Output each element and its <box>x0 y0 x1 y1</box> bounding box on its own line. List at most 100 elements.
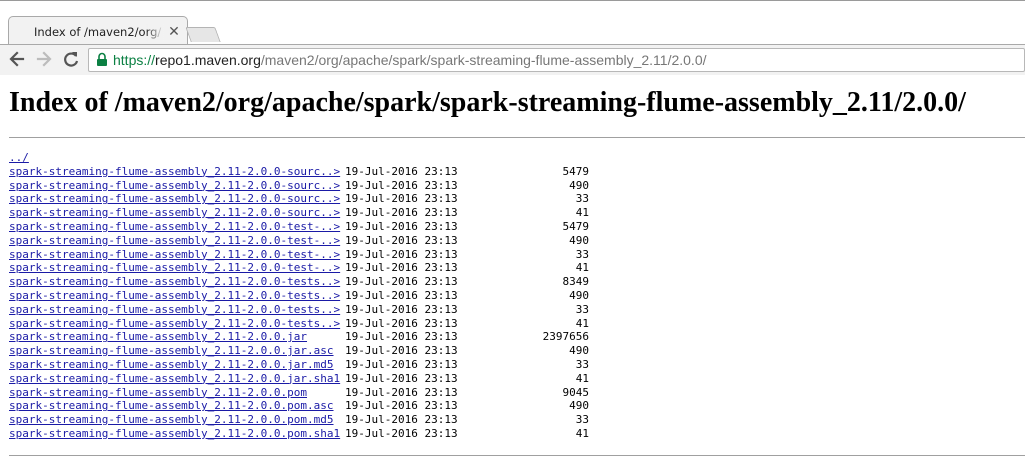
file-date: 19-Jul-2016 23:13 <box>345 371 458 385</box>
file-row: spark-streaming-flume-assembly_2.11-2.0.… <box>9 358 589 372</box>
file-row: spark-streaming-flume-assembly_2.11-2.0.… <box>9 275 589 289</box>
file-date: 19-Jul-2016 23:13 <box>345 426 458 440</box>
file-date: 19-Jul-2016 23:13 <box>345 399 458 413</box>
lock-icon[interactable] <box>96 52 108 67</box>
file-date: 19-Jul-2016 23:13 <box>345 261 458 275</box>
file-size: 41 <box>575 206 589 220</box>
file-row: spark-streaming-flume-assembly_2.11-2.0.… <box>9 413 589 427</box>
file-date: 19-Jul-2016 23:13 <box>345 178 458 192</box>
file-size: 33 <box>575 413 589 427</box>
file-date: 19-Jul-2016 23:13 <box>345 233 458 247</box>
back-arrow-svg <box>9 51 25 67</box>
file-link[interactable]: spark-streaming-flume-assembly_2.11-2.0.… <box>9 248 340 262</box>
file-size: 490 <box>569 399 589 413</box>
file-link[interactable]: spark-streaming-flume-assembly_2.11-2.0.… <box>9 303 340 317</box>
tab-title[interactable]: Index of /maven2/org/apache/spark/spark-… <box>34 25 162 41</box>
file-row: spark-streaming-flume-assembly_2.11-2.0.… <box>9 248 589 262</box>
file-link[interactable]: spark-streaming-flume-assembly_2.11-2.0.… <box>9 289 340 303</box>
file-size: 490 <box>569 233 589 247</box>
file-date: 19-Jul-2016 23:13 <box>345 385 458 399</box>
file-link[interactable]: spark-streaming-flume-assembly_2.11-2.0.… <box>9 413 334 427</box>
file-size: 33 <box>575 192 589 206</box>
file-link[interactable]: spark-streaming-flume-assembly_2.11-2.0.… <box>9 261 340 275</box>
file-size: 5479 <box>562 164 590 178</box>
file-link[interactable]: spark-streaming-flume-assembly_2.11-2.0.… <box>9 427 340 441</box>
file-size: 41 <box>575 316 589 330</box>
reload-svg <box>64 52 79 67</box>
file-row: spark-streaming-flume-assembly_2.11-2.0.… <box>9 234 589 248</box>
file-size: 490 <box>569 288 589 302</box>
divider-top <box>9 137 1025 138</box>
file-size: 8349 <box>562 275 590 289</box>
parent-directory-link[interactable]: ../ <box>9 151 29 165</box>
parent-directory-row: ../ <box>9 151 36 165</box>
tab-title-fade <box>146 24 164 42</box>
file-date: 19-Jul-2016 23:13 <box>345 302 458 316</box>
new-tab-button[interactable] <box>185 27 221 42</box>
file-link[interactable]: spark-streaming-flume-assembly_2.11-2.0.… <box>9 344 334 358</box>
file-date: 19-Jul-2016 23:13 <box>345 275 458 289</box>
file-row: spark-streaming-flume-assembly_2.11-2.0.… <box>9 192 589 206</box>
file-link[interactable]: spark-streaming-flume-assembly_2.11-2.0.… <box>9 179 340 193</box>
window-border <box>0 0 1025 1</box>
file-row: spark-streaming-flume-assembly_2.11-2.0.… <box>9 303 589 317</box>
file-size: 2397656 <box>542 330 589 344</box>
file-link[interactable]: spark-streaming-flume-assembly_2.11-2.0.… <box>9 330 307 344</box>
file-row: spark-streaming-flume-assembly_2.11-2.0.… <box>9 399 589 413</box>
file-size: 9045 <box>562 385 590 399</box>
file-link[interactable]: spark-streaming-flume-assembly_2.11-2.0.… <box>9 220 340 234</box>
divider-bottom <box>9 455 1025 456</box>
file-link[interactable]: spark-streaming-flume-assembly_2.11-2.0.… <box>9 358 334 372</box>
file-date: 19-Jul-2016 23:13 <box>345 357 458 371</box>
file-size: 33 <box>575 247 589 261</box>
file-link[interactable]: spark-streaming-flume-assembly_2.11-2.0.… <box>9 165 340 179</box>
file-link[interactable]: spark-streaming-flume-assembly_2.11-2.0.… <box>9 386 307 400</box>
file-size: 490 <box>569 344 589 358</box>
file-link[interactable]: spark-streaming-flume-assembly_2.11-2.0.… <box>9 192 340 206</box>
file-date: 19-Jul-2016 23:13 <box>345 330 458 344</box>
file-size: 490 <box>569 178 589 192</box>
file-size: 33 <box>575 302 589 316</box>
file-link[interactable]: spark-streaming-flume-assembly_2.11-2.0.… <box>9 317 340 331</box>
file-link[interactable]: spark-streaming-flume-assembly_2.11-2.0.… <box>9 206 340 220</box>
file-date: 19-Jul-2016 23:13 <box>345 344 458 358</box>
file-listing: ../ spark-streaming-flume-assembly_2.11-… <box>9 151 589 441</box>
forward-arrow-icon[interactable] <box>33 47 55 71</box>
page-title: Index of /maven2/org/apache/spark/spark-… <box>9 87 966 118</box>
file-link[interactable]: spark-streaming-flume-assembly_2.11-2.0.… <box>9 234 340 248</box>
tab-close-icon[interactable]: ✕ <box>167 23 181 41</box>
file-row: spark-streaming-flume-assembly_2.11-2.0.… <box>9 206 589 220</box>
file-row: spark-streaming-flume-assembly_2.11-2.0.… <box>9 386 589 400</box>
file-link[interactable]: spark-streaming-flume-assembly_2.11-2.0.… <box>9 372 340 386</box>
reload-icon[interactable] <box>60 47 82 71</box>
file-date: 19-Jul-2016 23:13 <box>345 219 458 233</box>
url-scheme: https:// <box>113 52 156 68</box>
file-link[interactable]: spark-streaming-flume-assembly_2.11-2.0.… <box>9 275 340 289</box>
file-row: spark-streaming-flume-assembly_2.11-2.0.… <box>9 165 589 179</box>
address-bar-url[interactable]: https://repo1.maven.org/maven2/org/apach… <box>113 51 707 69</box>
file-size: 33 <box>575 357 589 371</box>
file-row: spark-streaming-flume-assembly_2.11-2.0.… <box>9 372 589 386</box>
url-host: repo1.maven.org <box>155 52 261 68</box>
file-date: 19-Jul-2016 23:13 <box>345 247 458 261</box>
file-row: spark-streaming-flume-assembly_2.11-2.0.… <box>9 330 589 344</box>
browser-chrome: Index of /maven2/org/apache/spark/spark-… <box>0 0 1025 75</box>
file-date: 19-Jul-2016 23:13 <box>345 316 458 330</box>
file-link[interactable]: spark-streaming-flume-assembly_2.11-2.0.… <box>9 399 334 413</box>
file-date: 19-Jul-2016 23:13 <box>345 288 458 302</box>
url-path: /maven2/org/apache/spark/spark-streaming… <box>260 52 707 68</box>
file-row: spark-streaming-flume-assembly_2.11-2.0.… <box>9 220 589 234</box>
back-arrow-icon[interactable] <box>6 47 28 71</box>
file-size: 41 <box>575 261 589 275</box>
file-row: spark-streaming-flume-assembly_2.11-2.0.… <box>9 289 589 303</box>
file-size: 41 <box>575 426 589 440</box>
file-row: spark-streaming-flume-assembly_2.11-2.0.… <box>9 261 589 275</box>
lock-svg <box>97 52 107 66</box>
file-date: 19-Jul-2016 23:13 <box>345 413 458 427</box>
file-row: spark-streaming-flume-assembly_2.11-2.0.… <box>9 179 589 193</box>
file-row: spark-streaming-flume-assembly_2.11-2.0.… <box>9 427 589 441</box>
file-row: spark-streaming-flume-assembly_2.11-2.0.… <box>9 344 589 358</box>
file-date: 19-Jul-2016 23:13 <box>345 206 458 220</box>
file-size: 5479 <box>562 219 590 233</box>
file-size: 41 <box>575 371 589 385</box>
